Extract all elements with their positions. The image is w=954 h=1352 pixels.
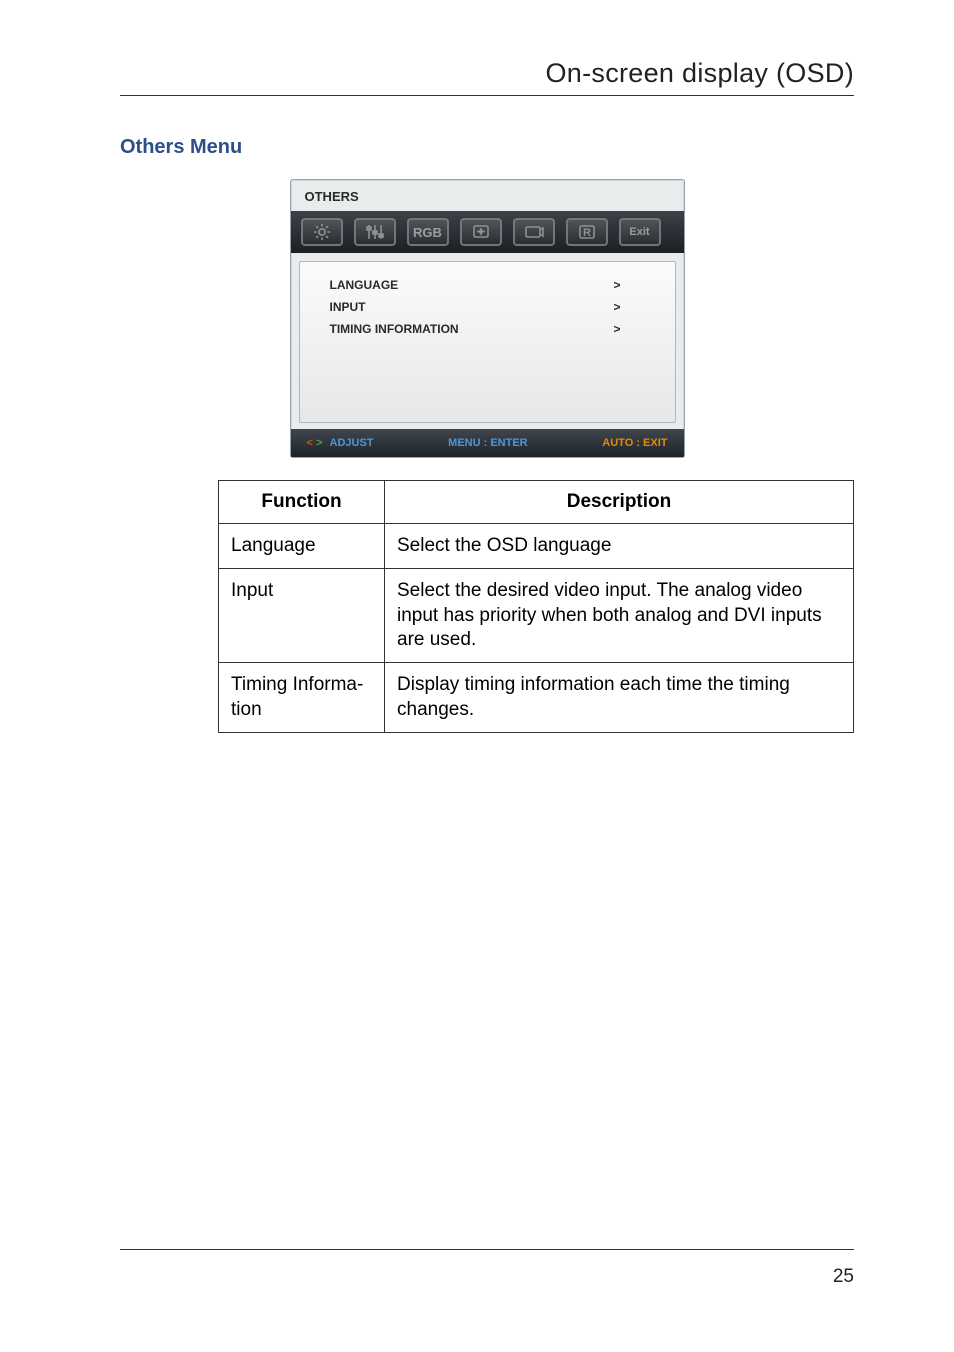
less-than-icon: < — [307, 437, 313, 449]
osd-inner: LANGUAGE > INPUT > TIMING INFORMATION > — [299, 261, 676, 423]
osd-panel: OTHERS RGB R Exit LANGUAGE > — [290, 179, 685, 458]
exit-icon: Exit — [619, 218, 661, 246]
chevron-right-icon: > — [613, 300, 620, 314]
table-header-function: Function — [219, 481, 385, 524]
clock-icon — [513, 218, 555, 246]
page-header-title: On-screen display (OSD) — [120, 58, 854, 89]
table-cell-function: Input — [219, 569, 385, 663]
osd-row-label: TIMING INFORMATION — [330, 322, 459, 336]
osd-row-label: LANGUAGE — [330, 278, 399, 292]
osd-row-timing: TIMING INFORMATION > — [328, 318, 657, 340]
rgb-icon: RGB — [407, 218, 449, 246]
osd-footer-menu: MENU : ENTER — [448, 437, 527, 449]
footer-rule — [120, 1249, 854, 1250]
chevron-right-icon: > — [613, 322, 620, 336]
chevron-right-icon: > — [613, 278, 620, 292]
sliders-icon — [354, 218, 396, 246]
page-number: 25 — [120, 1266, 854, 1288]
osd-footer: < > ADJUST MENU : ENTER AUTO : EXIT — [291, 429, 684, 457]
osd-footer-adjust-label: ADJUST — [330, 437, 374, 449]
rgb-label: RGB — [413, 225, 442, 240]
osd-title: OTHERS — [291, 180, 684, 211]
r-icon: R — [566, 218, 608, 246]
table-row: Input Select the desired video input. Th… — [219, 569, 854, 663]
functions-table: Function Description Language Select the… — [218, 480, 854, 733]
osd-footer-adjust: < > ADJUST — [307, 437, 374, 449]
position-icon — [460, 218, 502, 246]
table-header-description: Description — [385, 481, 854, 524]
table-cell-function: Timing Informa­tion — [219, 663, 385, 733]
exit-label: Exit — [629, 226, 649, 238]
osd-row-input: INPUT > — [328, 296, 657, 318]
table-cell-description: Display timing information each time the… — [385, 663, 854, 733]
osd-footer-auto: AUTO : EXIT — [602, 437, 667, 449]
section-heading: Others Menu — [120, 136, 854, 159]
table-cell-description: Select the desired video input. The anal… — [385, 569, 854, 663]
table-row: Timing Informa­tion Display timing infor… — [219, 663, 854, 733]
osd-tabbar: RGB R Exit — [291, 211, 684, 253]
brightness-icon — [301, 218, 343, 246]
osd-row-label: INPUT — [330, 300, 366, 314]
osd-row-language: LANGUAGE > — [328, 274, 657, 296]
osd-body: LANGUAGE > INPUT > TIMING INFORMATION > — [291, 253, 684, 429]
header-rule — [120, 95, 854, 96]
table-cell-description: Select the OSD language — [385, 524, 854, 569]
r-label: R — [583, 227, 591, 239]
greater-than-icon: > — [316, 437, 322, 449]
page-footer: 25 — [120, 1249, 854, 1288]
table-row: Language Select the OSD language — [219, 524, 854, 569]
table-cell-function: Language — [219, 524, 385, 569]
